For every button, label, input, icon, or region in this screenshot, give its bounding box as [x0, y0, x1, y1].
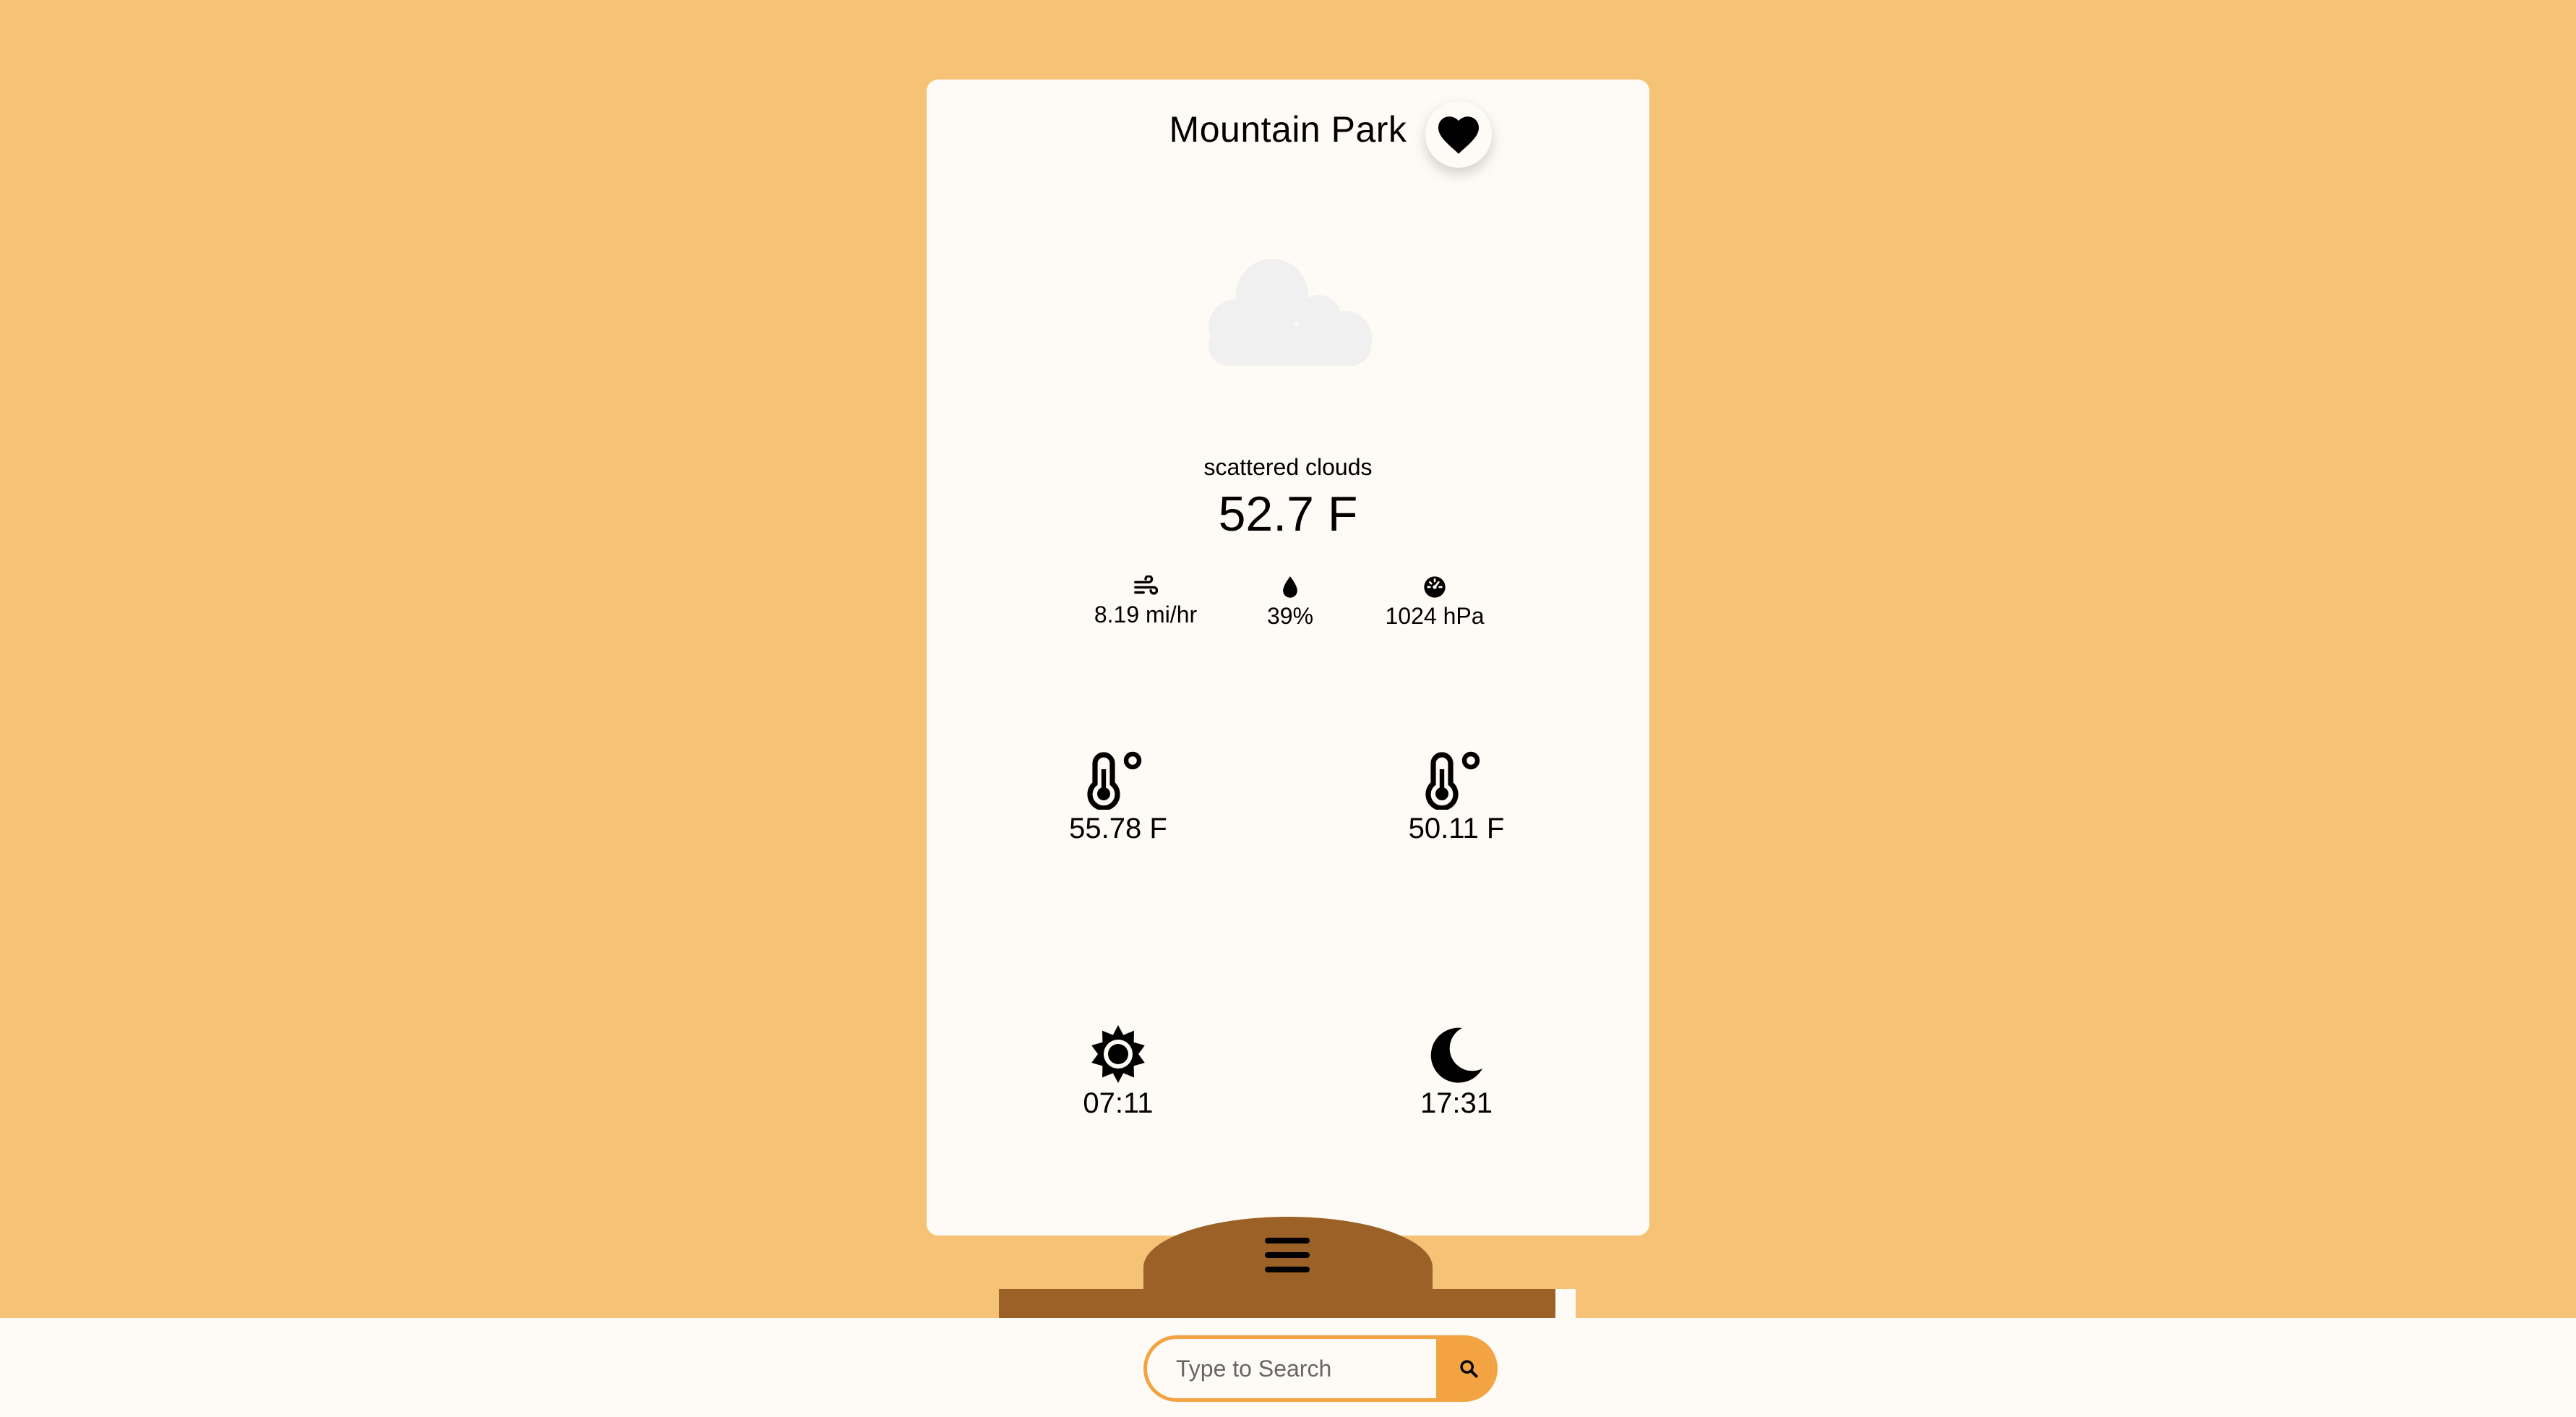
sunrise-stat: 07:11 [1010, 1024, 1227, 1120]
heart-icon [1438, 116, 1479, 154]
sunrise-value: 07:11 [1083, 1087, 1154, 1119]
pressure-stat: 1024 hPa [1355, 575, 1514, 630]
wind-stat: 8.19 mi/hr [1066, 575, 1225, 628]
temp-min-value: 50.11 F [1408, 813, 1505, 844]
location-title: Mountain Park [1169, 109, 1407, 150]
search-input[interactable] [1147, 1339, 1436, 1398]
thermometer-icon [1425, 751, 1480, 810]
wind-icon [1134, 575, 1158, 595]
drawer-edge [1555, 1289, 1576, 1318]
hamburger-menu-icon [1265, 1238, 1310, 1243]
weather-description: scattered clouds [1203, 454, 1373, 480]
temp-max-stat: 55.78 F [1010, 749, 1227, 845]
sunset-stat: 17:31 [1348, 1024, 1565, 1120]
cloud-icon [1208, 259, 1372, 366]
current-temperature: 52.7 F [1218, 487, 1358, 541]
sunset-value: 17:31 [1420, 1087, 1493, 1119]
wind-value: 8.19 mi/hr [1094, 602, 1198, 628]
search-icon [1460, 1360, 1478, 1378]
drawer-panel [999, 1289, 1555, 1318]
humidity-value: 39% [1266, 603, 1314, 629]
search-button[interactable] [1436, 1339, 1494, 1398]
pressure-value: 1024 hPa [1385, 603, 1485, 629]
search-form [1143, 1335, 1498, 1402]
menu-button[interactable] [1265, 1235, 1310, 1275]
sun-icon [1091, 1025, 1145, 1083]
moon-icon [1430, 1027, 1482, 1083]
thermometer-icon [1087, 751, 1142, 810]
temp-min-stat: 50.11 F [1348, 749, 1565, 845]
humidity-stat: 39% [1211, 575, 1370, 630]
gauge-icon [1424, 576, 1446, 598]
favorite-button[interactable] [1425, 101, 1492, 168]
temp-max-value: 55.78 F [1069, 813, 1167, 844]
droplet-icon [1283, 576, 1297, 598]
